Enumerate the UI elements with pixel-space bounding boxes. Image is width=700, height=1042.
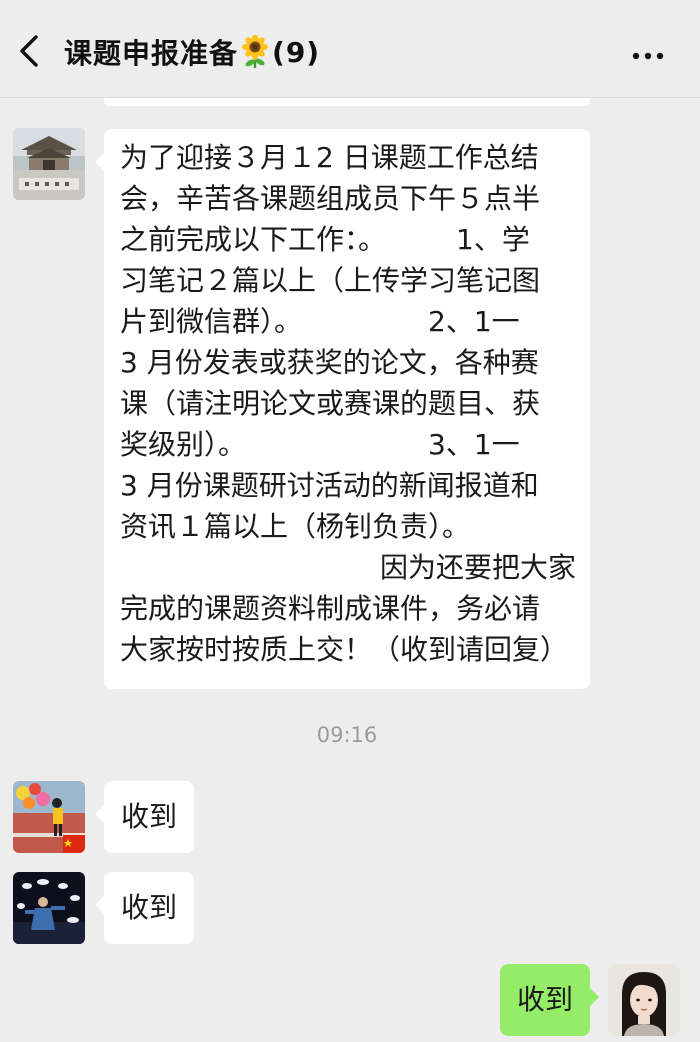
- message-line: 之前完成以下工作：。 1、学: [120, 223, 530, 256]
- message-line: 为了迎接３月１2 日课题工作总结: [120, 141, 539, 174]
- previous-message-bubble[interactable]: [104, 98, 590, 106]
- message-line: 大家按时按质上交！（收到请回复）: [120, 633, 569, 666]
- my-reply-message[interactable]: 收到: [500, 964, 600, 1036]
- message-timestamp: 09:16: [316, 723, 378, 747]
- dark-dance-avatar-icon: [13, 872, 85, 944]
- more-dots-icon: [632, 52, 664, 60]
- announcement-message[interactable]: 为了迎接３月１2 日课题工作总结 会，辛苦各课题组成员下午５点半 之前完成以下工…: [95, 129, 590, 689]
- reply-message[interactable]: 收到: [94, 781, 195, 853]
- sender-avatar[interactable]: [13, 128, 85, 200]
- message-line: 习笔记２篇以上（上传学习笔记图: [120, 264, 541, 297]
- message-line: 因为还要把大家: [379, 551, 576, 584]
- message-line: 资讯１篇以上（杨钊负责）。: [120, 510, 471, 543]
- more-options-button[interactable]: [626, 36, 670, 76]
- group-name: 课题申报准备: [64, 37, 239, 70]
- chat-title: 课题申报准备 (9): [64, 32, 320, 72]
- message-line: 片到微信群）。 2、1一: [120, 305, 520, 338]
- member-count: (9): [272, 35, 321, 69]
- sunflower-icon: [240, 35, 270, 69]
- message-line: 完成的课题资料制成课件，务必请: [120, 592, 541, 625]
- reply-message[interactable]: 收到: [94, 872, 195, 944]
- chevron-left-icon: [20, 35, 38, 67]
- message-line: 课（请注明论文或赛课的题目、获: [120, 387, 541, 420]
- message-line: 3 月份发表或获奖的论文，各种赛: [120, 346, 539, 379]
- sender-avatar[interactable]: [13, 872, 85, 944]
- girl-portrait-avatar-icon: [608, 964, 680, 1036]
- my-avatar[interactable]: [608, 964, 680, 1036]
- chat-header: 课题申报准备 (9): [0, 0, 700, 98]
- back-button[interactable]: [12, 31, 46, 71]
- balloons-child-avatar-icon: [13, 781, 85, 853]
- message-line: 3 月份课题研讨活动的新闻报道和: [120, 469, 539, 502]
- message-list[interactable]: 为了迎接３月１2 日课题工作总结 会，辛苦各课题组成员下午５点半 之前完成以下工…: [0, 98, 700, 1042]
- sender-avatar[interactable]: [13, 781, 85, 853]
- pavilion-landscape-avatar-icon: [13, 128, 85, 200]
- message-line: 会，辛苦各课题组成员下午５点半: [120, 182, 541, 215]
- message-line: 奖级别）。 3、1一: [120, 428, 520, 461]
